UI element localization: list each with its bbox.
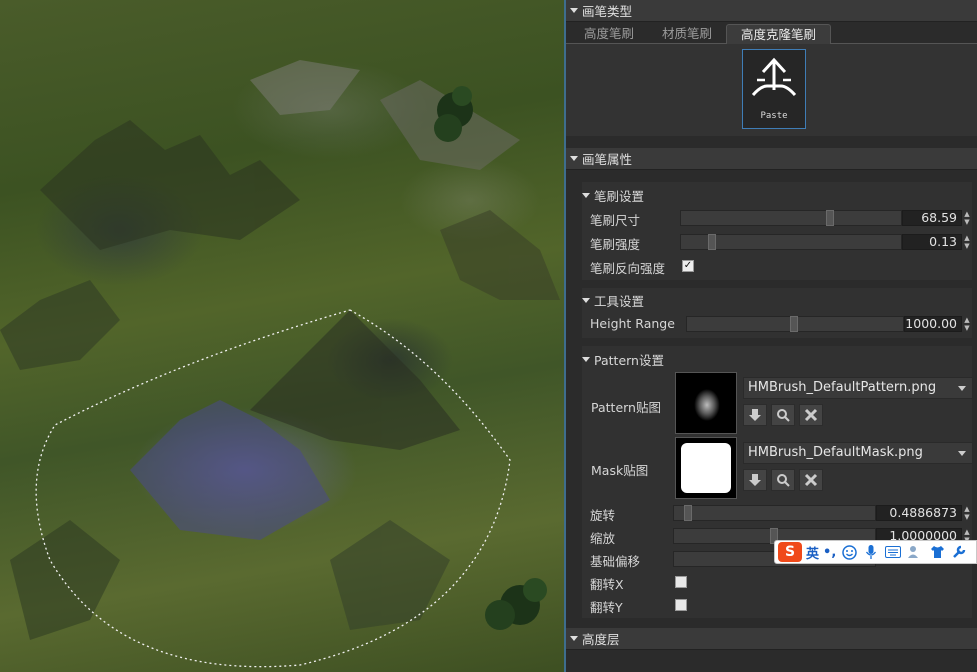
flip-x-checkbox[interactable] [675, 576, 687, 588]
brush-type-tabs: 高度笔刷 材质笔刷 高度克隆笔刷 [566, 24, 977, 44]
section-title: 画笔类型 [582, 4, 633, 19]
property-panel: 画笔类型 高度笔刷 材质笔刷 高度克隆笔刷 Paste 画笔属性 笔刷设置 笔刷… [566, 0, 977, 672]
close-icon [804, 408, 818, 422]
row-flip-x: 翻转X [590, 571, 975, 593]
height-range-slider[interactable] [686, 316, 904, 332]
subsection-tool-settings[interactable]: 工具设置 [582, 289, 972, 311]
rotation-label: 旋转 [590, 508, 616, 523]
tab-height-clone-brush[interactable]: 高度克隆笔刷 [726, 24, 832, 44]
section-brush-props[interactable]: 画笔属性 [566, 148, 977, 170]
wrench-icon[interactable] [950, 543, 968, 561]
pattern-browse-button[interactable] [771, 404, 795, 426]
pattern-download-button[interactable] [743, 404, 767, 426]
close-icon [804, 473, 818, 487]
tree-bottom [485, 578, 547, 630]
flip-y-checkbox[interactable] [675, 599, 687, 611]
height-range-value[interactable]: 1000.00 [904, 316, 962, 332]
reverse-strength-checkbox[interactable]: ✓ [682, 260, 694, 272]
section-title: 高度层 [582, 632, 620, 647]
slider-handle[interactable] [708, 234, 716, 250]
rotation-value[interactable]: 0.4886873 [876, 505, 962, 521]
arrow-down-icon [749, 474, 761, 486]
brush-tile-paste[interactable]: Paste [742, 49, 806, 129]
keyboard-icon[interactable] [884, 543, 902, 561]
subsection-title: 工具设置 [594, 293, 645, 309]
section-brush-type[interactable]: 画笔类型 [566, 0, 977, 22]
spin-arrows-icon[interactable]: ▲▼ [962, 234, 972, 250]
ime-mode-toggle[interactable]: 英 [806, 543, 819, 562]
spin-arrows-icon[interactable]: ▲▼ [962, 505, 972, 521]
row-flip-y: 翻转Y [590, 594, 975, 616]
mask-browse-button[interactable] [771, 469, 795, 491]
subsection-brush-settings[interactable]: 笔刷设置 [582, 184, 972, 206]
subsection-pattern-settings[interactable]: Pattern设置 [582, 348, 972, 370]
pattern-file-name: HMBrush_DefaultPattern.png [748, 380, 937, 395]
brush-strength-slider[interactable] [680, 234, 902, 250]
arrow-down-icon [749, 409, 761, 421]
chevron-down-icon [958, 451, 966, 456]
slider-handle[interactable] [790, 316, 798, 332]
flip-y-label: 翻转Y [590, 600, 623, 615]
pattern-texture-dropdown[interactable]: HMBrush_DefaultPattern.png [743, 377, 973, 399]
brush-size-value[interactable]: 68.59 [902, 210, 962, 226]
magnifier-icon [777, 474, 790, 487]
ime-logo[interactable]: S [778, 542, 802, 562]
mask-clear-button[interactable] [799, 469, 823, 491]
row-brush-strength: 笔刷强度 0.13 ▲ ▼ [590, 231, 975, 253]
collapse-triangle-icon [582, 192, 590, 198]
section-title: 画笔属性 [582, 152, 633, 167]
brush-strength-value[interactable]: 0.13 [902, 234, 962, 250]
mask-texture-dropdown[interactable]: HMBrush_DefaultMask.png [743, 442, 973, 464]
tab-material-brush[interactable]: 材质笔刷 [648, 24, 726, 44]
tab-height-brush[interactable]: 高度笔刷 [570, 24, 648, 44]
brush-size-label: 笔刷尺寸 [590, 213, 641, 228]
row-height-range: Height Range 1000.00 ▲ ▼ [590, 313, 975, 335]
collapse-triangle-icon [570, 156, 578, 161]
mask-texture-thumbnail[interactable] [675, 437, 737, 499]
mask-texture-label: Mask贴图 [591, 463, 649, 478]
collapse-triangle-icon [582, 297, 590, 303]
brush-strength-label: 笔刷强度 [590, 237, 641, 252]
terrain-scene [0, 60, 560, 668]
spin-arrows-icon[interactable]: ▲▼ [962, 316, 972, 332]
user-icon[interactable] [906, 543, 924, 561]
paste-brush-icon [751, 57, 797, 97]
row-rotation: 旋转 0.4886873 ▲ ▼ [590, 502, 975, 524]
magnifier-icon [777, 409, 790, 422]
brush-size-slider[interactable] [680, 210, 902, 226]
pattern-clear-button[interactable] [799, 404, 823, 426]
mask-file-name: HMBrush_DefaultMask.png [748, 445, 923, 460]
section-height-layer[interactable]: 高度层 [566, 628, 977, 650]
mask-download-button[interactable] [743, 469, 767, 491]
slider-handle[interactable] [684, 505, 692, 521]
shirt-icon[interactable] [928, 543, 946, 561]
scale-label: 缩放 [590, 531, 616, 546]
chevron-down-icon [958, 386, 966, 391]
ime-punct-toggle[interactable]: •, [823, 545, 836, 560]
reverse-strength-label: 笔刷反向强度 [590, 261, 666, 276]
rotation-slider[interactable] [673, 505, 876, 521]
microphone-icon[interactable] [862, 543, 880, 561]
brush-label: Paste [760, 111, 788, 121]
subsection-title: 笔刷设置 [594, 188, 645, 204]
subsection-title: Pattern设置 [594, 352, 664, 368]
ime-toolbar[interactable]: S 英 •, [774, 540, 977, 564]
collapse-triangle-icon [570, 636, 578, 641]
pattern-texture-thumbnail[interactable] [675, 372, 737, 434]
height-range-label: Height Range [590, 316, 675, 331]
terrain-viewport[interactable] [0, 0, 564, 672]
pattern-texture-label: Pattern贴图 [591, 400, 661, 415]
mask-preview [681, 443, 731, 493]
flip-x-label: 翻转X [590, 577, 624, 592]
base-offset-label: 基础偏移 [590, 554, 641, 569]
row-brush-size: 笔刷尺寸 68.59 ▲ ▼ [590, 207, 975, 229]
slider-handle[interactable] [826, 210, 834, 226]
emoji-icon[interactable] [840, 543, 858, 561]
collapse-triangle-icon [570, 8, 578, 13]
row-reverse-strength: 笔刷反向强度 ✓ [590, 255, 975, 277]
tab-body: Paste [566, 44, 977, 136]
mountain-ridges [0, 60, 560, 640]
spin-arrows-icon[interactable]: ▲▼ [962, 210, 972, 226]
collapse-triangle-icon [582, 356, 590, 362]
